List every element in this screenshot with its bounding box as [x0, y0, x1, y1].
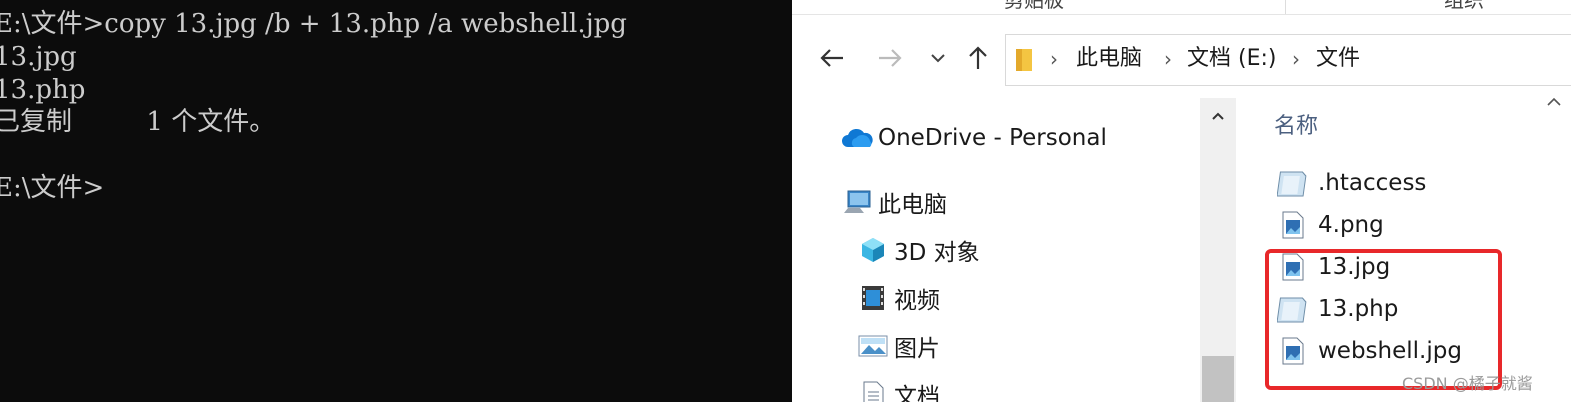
watermark: CSDN @橘子就酱 [1402, 374, 1533, 393]
forward-button[interactable] [872, 40, 908, 76]
folder-icon [1016, 49, 1032, 71]
breadcrumb-separator: › [1164, 47, 1172, 71]
recent-locations-button[interactable] [920, 40, 956, 76]
nav-item-pictures[interactable]: 图片 [856, 328, 940, 364]
collapse-caret[interactable] [1546, 92, 1562, 111]
text-file-icon [1276, 166, 1310, 200]
console-line: 13.php [0, 75, 86, 105]
nav-item-label: 视频 [894, 288, 940, 314]
nav-item-label: 图片 [894, 336, 940, 362]
ribbon-divider [792, 14, 1571, 15]
documents-icon [856, 379, 890, 402]
console-prompt: E:\文件> [0, 173, 105, 203]
ribbon-separator [1285, 0, 1286, 14]
file-item-4-png[interactable]: 4.png [1276, 206, 1384, 244]
scroll-up-button[interactable] [1200, 98, 1236, 134]
arrow-right-icon [879, 49, 902, 67]
file-name: .htaccess [1318, 170, 1427, 196]
breadcrumb-separator: › [1292, 47, 1300, 71]
back-button[interactable] [814, 40, 850, 76]
arrow-up-icon [969, 46, 987, 69]
address-bar[interactable]: › 此电脑 › 文档 (E:) › 文件 [1005, 34, 1571, 86]
nav-item-label: 文档 [894, 384, 940, 402]
up-button[interactable] [960, 40, 996, 76]
ribbon-group-organize: 组织 [1444, 0, 1484, 12]
this-pc-icon [840, 187, 874, 217]
videos-icon [856, 283, 890, 313]
console-line: E:\文件>copy 13.jpg /b + 13.php /a webshel… [0, 9, 627, 39]
arrow-left-icon [820, 49, 843, 67]
3d-objects-icon [856, 235, 890, 265]
console-line: 已复制 1 个文件。 [0, 107, 276, 137]
nav-item-label: 此电脑 [878, 192, 947, 218]
nav-item-onedrive[interactable]: OneDrive - Personal [840, 120, 1107, 156]
nav-item-videos[interactable]: 视频 [856, 280, 940, 316]
command-prompt-window[interactable]: E:\文件>copy 13.jpg /b + 13.php /a webshel… [0, 0, 792, 402]
nav-item-3d-objects[interactable]: 3D 对象 [856, 232, 980, 268]
nav-item-label: OneDrive - Personal [878, 125, 1107, 151]
nav-item-label: 3D 对象 [894, 240, 980, 266]
chevron-up-icon [1547, 97, 1561, 106]
breadcrumb-drive-e[interactable]: 文档 (E:) [1187, 45, 1276, 73]
file-item-htaccess[interactable]: .htaccess [1276, 164, 1426, 202]
breadcrumb-separator: › [1050, 47, 1058, 71]
column-header-name[interactable]: 名称 [1274, 108, 1318, 140]
nav-item-documents[interactable]: 文档 [856, 376, 940, 402]
ribbon-group-clipboard: 剪贴板 [1004, 0, 1064, 12]
navigation-pane: OneDrive - Personal 此电脑 3D 对象 视频 图片 文档 [792, 98, 1232, 402]
file-name: 4.png [1318, 212, 1384, 238]
image-file-icon [1276, 208, 1310, 242]
breadcrumb-this-pc[interactable]: 此电脑 [1076, 45, 1142, 73]
chevron-up-icon [1212, 112, 1224, 120]
scroll-thumb[interactable] [1202, 356, 1234, 402]
onedrive-cloud-icon [840, 123, 874, 153]
highlight-annotation-box [1265, 249, 1502, 390]
pictures-icon [856, 331, 890, 361]
breadcrumb-current-folder[interactable]: 文件 [1316, 45, 1360, 73]
chevron-down-icon [931, 54, 945, 63]
navigation-pane-scrollbar[interactable] [1200, 98, 1236, 402]
nav-item-this-pc[interactable]: 此电脑 [840, 184, 947, 220]
console-line: 13.jpg [0, 42, 77, 72]
